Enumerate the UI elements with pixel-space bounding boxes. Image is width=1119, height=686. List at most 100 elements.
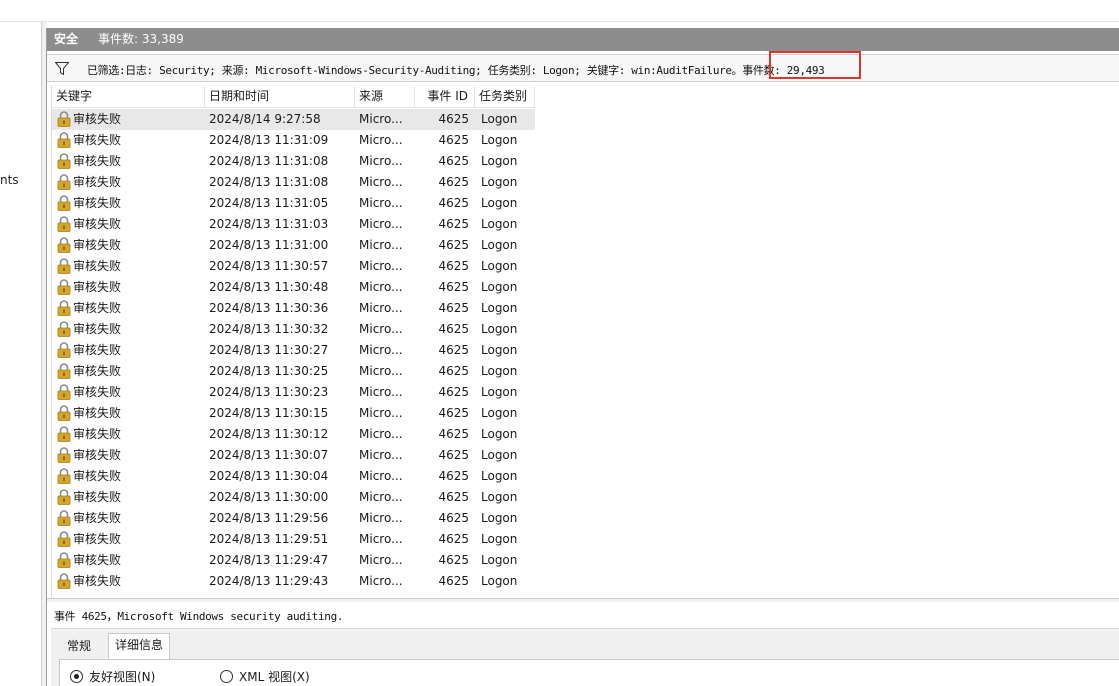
keyword-text: 审核失败: [73, 343, 122, 357]
event-id-cell: 4625: [438, 154, 469, 168]
source-cell: Micro...: [359, 574, 403, 588]
filter-bar: 已筛选:日志: Security; 来源: Microsoft-Windows-…: [47, 54, 1119, 82]
table-row[interactable]: 审核失败 2024/8/13 11:30:27 Micro... 4625 Logon: [52, 340, 1119, 361]
date-cell: 2024/8/13 11:31:08: [209, 175, 329, 189]
table-row[interactable]: 审核失败 2024/8/13 11:30:25 Micro... 4625 Logon: [52, 361, 1119, 382]
keyword-cell: 审核失败: [52, 403, 205, 424]
date-cell: 2024/8/13 11:29:47: [209, 553, 329, 567]
table-row[interactable]: 审核失败 2024/8/13 11:31:09 Micro... 4625 Logon: [52, 130, 1119, 151]
keyword-cell: 审核失败: [52, 172, 205, 193]
source-cell: Micro...: [355, 109, 415, 130]
lock-icon: [57, 237, 71, 253]
table-row[interactable]: 审核失败 2024/8/13 11:30:32 Micro... 4625 Logon: [52, 319, 1119, 340]
table-row[interactable]: 审核失败 2024/8/13 11:31:08 Micro... 4625 Logon: [52, 151, 1119, 172]
lock-icon: [57, 363, 71, 379]
category-cell: Logon: [481, 406, 518, 420]
table-row[interactable]: 审核失败 2024/8/13 11:29:43 Micro... 4625 Logon: [52, 571, 1119, 592]
date-cell: 2024/8/13 11:31:05: [209, 196, 329, 210]
xml-view-label: XML 视图(X): [239, 670, 310, 684]
table-row[interactable]: 审核失败 2024/8/13 11:30:48 Micro... 4625 Logon: [52, 277, 1119, 298]
table-row[interactable]: 审核失败 2024/8/14 9:27:58 Micro... 4625 Logon: [52, 109, 1119, 130]
event-detail-pane: 事件 4625，Microsoft Windows security audit…: [47, 602, 1119, 686]
keyword-text: 审核失败: [73, 133, 122, 147]
category-cell: Logon: [481, 343, 518, 357]
column-header-keyword[interactable]: 关键字: [52, 86, 205, 108]
table-row[interactable]: 审核失败 2024/8/13 11:31:05 Micro... 4625 Logon: [52, 193, 1119, 214]
table-row[interactable]: 审核失败 2024/8/13 11:31:08 Micro... 4625 Logon: [52, 172, 1119, 193]
friendly-view-radio[interactable]: 友好视图(N): [70, 669, 190, 685]
category-cell: Logon: [481, 385, 518, 399]
event-id-cell: 4625: [438, 259, 469, 273]
events-table: 关键字 日期和时间 来源 事件 ID 任务类别 审核失败 2024/8/14 9:…: [51, 86, 1119, 598]
category-cell: Logon: [481, 217, 518, 231]
lock-icon: [57, 279, 71, 295]
table-body: 审核失败 2024/8/14 9:27:58 Micro... 4625 Logon 审核…: [52, 109, 1119, 592]
xml-view-radio[interactable]: XML 视图(X): [220, 669, 340, 685]
category-cell: Logon: [481, 238, 518, 252]
table-row[interactable]: 审核失败 2024/8/13 11:30:12 Micro... 4625 Logon: [52, 424, 1119, 445]
lock-icon: [57, 216, 71, 232]
table-row[interactable]: 审核失败 2024/8/13 11:30:23 Micro... 4625 Logon: [52, 382, 1119, 403]
table-row[interactable]: 审核失败 2024/8/13 11:31:03 Micro... 4625 Logon: [52, 214, 1119, 235]
column-header-category[interactable]: 任务类别: [475, 86, 535, 108]
tab-general[interactable]: 常规: [61, 635, 97, 659]
table-row[interactable]: 审核失败 2024/8/13 11:29:47 Micro... 4625 Logon: [52, 550, 1119, 571]
lock-icon: [57, 174, 71, 190]
table-row[interactable]: 审核失败 2024/8/13 11:30:07 Micro... 4625 Logon: [52, 445, 1119, 466]
date-cell: 2024/8/13 11:31:00: [209, 238, 329, 252]
category-cell: Logon: [481, 259, 518, 273]
table-row[interactable]: 审核失败 2024/8/13 11:30:36 Micro... 4625 Logon: [52, 298, 1119, 319]
source-cell: Micro...: [359, 406, 403, 420]
date-cell: 2024/8/13 11:30:25: [209, 364, 329, 378]
source-cell: Micro...: [359, 280, 403, 294]
source-cell: Micro...: [359, 427, 403, 441]
category-cell: Logon: [481, 133, 518, 147]
details-tab-page: 友好视图(N) XML 视图(X): [59, 659, 1119, 686]
category-cell: Logon: [481, 427, 518, 441]
date-cell: 2024/8/13 11:30:27: [209, 343, 329, 357]
lock-icon: [57, 489, 71, 505]
event-id-cell: 4625: [438, 364, 469, 378]
source-cell: Micro...: [359, 238, 403, 252]
column-header-date[interactable]: 日期和时间: [205, 86, 355, 108]
table-row[interactable]: 审核失败 2024/8/13 11:30:15 Micro... 4625 Logon: [52, 403, 1119, 424]
left-navigation-pane: nts: [0, 22, 42, 686]
date-cell: 2024/8/13 11:30:48: [209, 280, 329, 294]
keyword-text: 审核失败: [73, 490, 122, 504]
table-row[interactable]: 审核失败 2024/8/13 11:30:04 Micro... 4625 Logon: [52, 466, 1119, 487]
column-header-source[interactable]: 来源: [355, 86, 415, 108]
table-row[interactable]: 审核失败 2024/8/13 11:29:56 Micro... 4625 Logon: [52, 508, 1119, 529]
keyword-text: 审核失败: [73, 322, 122, 336]
keyword-text: 审核失败: [73, 217, 122, 231]
date-cell: 2024/8/13 11:30:00: [209, 490, 329, 504]
keyword-text: 审核失败: [73, 154, 122, 168]
date-cell: 2024/8/13 11:30:23: [209, 385, 329, 399]
keyword-text: 审核失败: [73, 469, 122, 483]
keyword-text: 审核失败: [73, 280, 122, 294]
keyword-text: 审核失败: [73, 301, 122, 315]
table-row[interactable]: 审核失败 2024/8/13 11:30:57 Micro... 4625 Logon: [52, 256, 1119, 277]
nav-item-fragment[interactable]: nts: [0, 173, 19, 187]
table-row[interactable]: 审核失败 2024/8/13 11:31:00 Micro... 4625 Logon: [52, 235, 1119, 256]
keyword-text: 审核失败: [73, 427, 122, 441]
keyword-text: 审核失败: [73, 385, 122, 399]
keyword-text: 审核失败: [73, 532, 122, 546]
category-cell: Logon: [481, 490, 518, 504]
event-id-cell: 4625: [438, 301, 469, 315]
lock-icon: [57, 195, 71, 211]
table-row[interactable]: 审核失败 2024/8/13 11:30:00 Micro... 4625 Logon: [52, 487, 1119, 508]
keyword-text: 审核失败: [73, 511, 122, 525]
event-log-pane: 安全 事件数: 33,389 已筛选:日志: Security; 来源: Mic…: [46, 28, 1119, 686]
table-row[interactable]: 审核失败 2024/8/13 11:29:51 Micro... 4625 Logon: [52, 529, 1119, 550]
lock-icon: [57, 321, 71, 337]
category-cell: Logon: [481, 175, 518, 189]
category-cell: Logon: [481, 364, 518, 378]
category-cell: Logon: [481, 280, 518, 294]
category-cell: Logon: [481, 154, 518, 168]
keyword-text: 审核失败: [73, 259, 122, 273]
tab-details[interactable]: 详细信息: [108, 633, 171, 659]
category-cell: Logon: [481, 553, 518, 567]
source-cell: Micro...: [359, 448, 403, 462]
lock-icon: [57, 384, 71, 400]
column-header-event-id[interactable]: 事件 ID: [415, 86, 475, 108]
